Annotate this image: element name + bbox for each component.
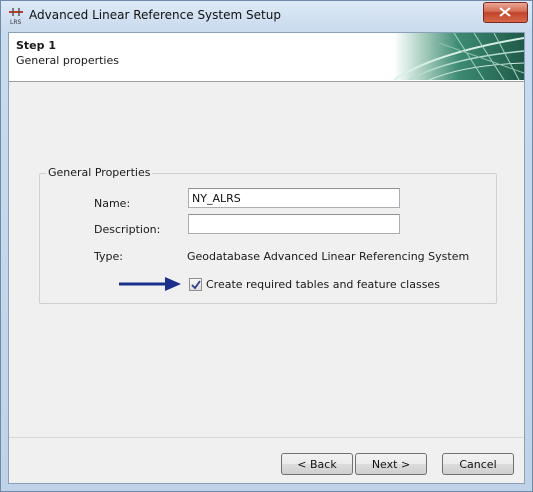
close-icon (499, 7, 511, 17)
cancel-button[interactable]: Cancel (442, 453, 514, 475)
description-label: Description: (94, 223, 161, 236)
step-subtitle: General properties (16, 54, 119, 67)
wizard-header: Step 1 General properties (9, 33, 524, 82)
step-title: Step 1 (16, 39, 56, 52)
name-label: Name: (94, 197, 131, 210)
create-tables-label[interactable]: Create required tables and feature class… (206, 278, 440, 291)
group-legend: General Properties (46, 166, 153, 179)
setup-window: LRS Advanced Linear Reference System Set… (0, 0, 533, 492)
type-label: Type: (94, 250, 123, 263)
next-button[interactable]: Next > (355, 453, 427, 475)
footer-divider (9, 437, 524, 438)
close-button[interactable] (483, 2, 528, 23)
create-tables-checkbox[interactable] (189, 278, 202, 291)
name-field[interactable] (188, 188, 400, 208)
lrs-icon: LRS (8, 7, 24, 26)
window-title: Advanced Linear Reference System Setup (29, 8, 281, 22)
checkmark-icon (191, 280, 201, 290)
description-field[interactable] (188, 214, 400, 234)
arrow-right-icon (119, 277, 181, 291)
wizard-body: Step 1 General properties General Proper… (8, 32, 525, 484)
type-value: Geodatabase Advanced Linear Referencing … (187, 250, 470, 263)
map-banner-image (394, 33, 524, 80)
back-button[interactable]: < Back (281, 453, 353, 475)
title-bar[interactable]: LRS Advanced Linear Reference System Set… (1, 1, 532, 31)
svg-text:LRS: LRS (10, 19, 22, 25)
general-properties-group: General Properties Name: Description: Ty… (39, 166, 497, 304)
